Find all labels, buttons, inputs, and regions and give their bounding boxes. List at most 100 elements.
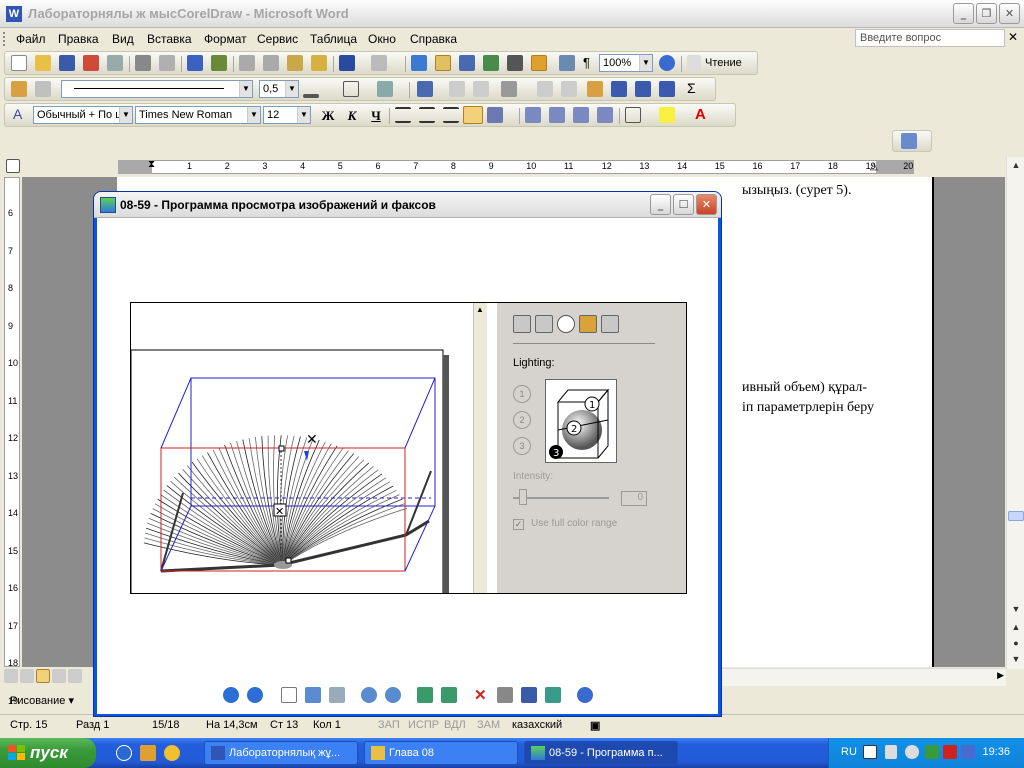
line-spacing-icon[interactable]	[487, 107, 503, 123]
menu-help[interactable]: Справка	[410, 32, 457, 46]
scroll-right-icon[interactable]: ▶	[997, 670, 1004, 681]
toolbar-options-icon[interactable]	[901, 133, 917, 149]
menu-tools[interactable]: Сервис	[257, 32, 298, 46]
chevron-down-icon[interactable]: ▼	[247, 107, 260, 123]
chevron-down-icon[interactable]: ▼	[285, 81, 298, 97]
toolbar-grip[interactable]	[3, 32, 6, 46]
open-folder-icon[interactable]	[35, 55, 51, 71]
web-view-icon[interactable]	[20, 669, 34, 683]
extrude-color-icon[interactable]	[579, 315, 597, 333]
align-right-icon[interactable]	[443, 107, 459, 123]
hyperlink-icon[interactable]	[411, 55, 427, 71]
help-icon[interactable]	[577, 687, 593, 703]
bold-button[interactable]: Ж	[319, 107, 337, 125]
chevron-down-icon[interactable]: ▼	[239, 81, 252, 97]
right-indent-marker-icon[interactable]: △	[870, 161, 878, 172]
eraser-icon[interactable]	[35, 81, 51, 97]
next-page-icon[interactable]: ▼	[1008, 651, 1024, 667]
redo-icon[interactable]	[371, 55, 387, 71]
scroll-up-icon[interactable]: ▲	[476, 305, 484, 314]
email-icon[interactable]	[107, 55, 123, 71]
save-icon[interactable]	[59, 55, 75, 71]
menu-file[interactable]: Файл	[16, 32, 46, 46]
split-cells-icon[interactable]	[473, 81, 489, 97]
align-left-icon[interactable]	[395, 107, 411, 123]
extrude-shape-icon[interactable]	[513, 315, 531, 333]
decrease-indent-icon[interactable]	[573, 107, 589, 123]
delete-icon[interactable]: ✕	[474, 686, 487, 704]
bottom-handle[interactable]	[285, 557, 292, 564]
light-1-button[interactable]: 1	[513, 385, 531, 403]
menu-table[interactable]: Таблица	[310, 32, 357, 46]
extrude-rotation-icon[interactable]	[535, 315, 553, 333]
canvas-scrollbar[interactable]: ▲	[473, 303, 487, 593]
zoom-select[interactable]: 100% ▼	[599, 54, 653, 72]
best-fit-icon[interactable]	[281, 687, 297, 703]
print-icon[interactable]	[135, 55, 151, 71]
format-painter-icon[interactable]	[311, 55, 327, 71]
back-tray-icon[interactable]	[905, 745, 919, 759]
drawing-menu-button[interactable]: Рисование ▾	[10, 694, 74, 707]
quicklaunch-browser-icon[interactable]	[116, 745, 132, 761]
paste-icon[interactable]	[287, 55, 303, 71]
sort-desc-icon[interactable]	[659, 81, 675, 97]
edit-image-icon[interactable]	[545, 687, 561, 703]
normal-view-icon[interactable]	[4, 669, 18, 683]
autoformat-icon[interactable]	[587, 81, 603, 97]
restore-button[interactable]: ❐	[976, 3, 997, 24]
line-weight-select[interactable]: 0,5 ▼	[259, 80, 299, 98]
actual-size-icon[interactable]	[305, 687, 321, 703]
previous-image-icon[interactable]	[223, 687, 239, 703]
show-hide-icon[interactable]: ¶	[583, 55, 590, 70]
viewer-titlebar[interactable]: 08-59 - Программа просмотра изображений …	[94, 192, 721, 218]
align-center-icon[interactable]	[419, 107, 435, 123]
font-size-select[interactable]: 12 ▼	[263, 106, 311, 124]
cut-icon[interactable]	[239, 55, 255, 71]
menu-edit[interactable]: Правка	[58, 32, 99, 46]
next-image-icon[interactable]	[247, 687, 263, 703]
font-color-icon[interactable]: A	[695, 106, 706, 123]
lighting-bulb-icon[interactable]	[557, 315, 575, 333]
justify-icon[interactable]	[463, 106, 483, 124]
viewer-maximize-button[interactable]: ☐	[673, 194, 694, 215]
print-preview-icon[interactable]	[159, 55, 175, 71]
borders-icon[interactable]	[343, 81, 359, 97]
insert-excel-icon[interactable]	[483, 55, 499, 71]
minimize-button[interactable]: _	[953, 3, 974, 24]
chevron-down-icon[interactable]: ▼	[639, 55, 652, 71]
increase-indent-icon[interactable]	[597, 107, 613, 123]
viewer-minimize-button[interactable]: _	[650, 194, 671, 215]
scroll-up-icon[interactable]: ▲	[1008, 157, 1024, 173]
bullets-icon[interactable]	[549, 107, 565, 123]
spelling-status-icon[interactable]: ▣	[590, 719, 600, 732]
slideshow-icon[interactable]	[329, 687, 345, 703]
intensity-slider-thumb[interactable]	[519, 489, 527, 505]
style-select[interactable]: Обычный + По ц ▼	[33, 106, 133, 124]
chevron-down-icon[interactable]: ▼	[297, 107, 310, 123]
distribute-rows-icon[interactable]	[537, 81, 553, 97]
rotate-counterclockwise-icon[interactable]	[441, 687, 457, 703]
network-tray-icon[interactable]	[925, 745, 939, 759]
font-select[interactable]: Times New Roman ▼	[135, 106, 261, 124]
previous-page-icon[interactable]: ▲	[1008, 619, 1024, 635]
italic-button[interactable]: К	[343, 107, 361, 125]
print-icon[interactable]	[497, 687, 513, 703]
draw-table-icon[interactable]	[11, 81, 27, 97]
spelling-icon[interactable]	[187, 55, 203, 71]
sort-icon[interactable]	[635, 81, 651, 97]
print-layout-icon[interactable]	[36, 669, 50, 683]
start-button[interactable]: пуск	[0, 738, 96, 768]
scroll-down-icon[interactable]: ▼	[1008, 601, 1024, 617]
menu-insert[interactable]: Вставка	[147, 32, 192, 46]
menu-window[interactable]: Окно	[368, 32, 396, 46]
rotate-clockwise-icon[interactable]	[417, 687, 433, 703]
language-indicator[interactable]: RU	[841, 746, 857, 758]
ask-question-input[interactable]: Введите вопрос	[855, 29, 1005, 47]
zoom-out-icon[interactable]	[385, 687, 401, 703]
document-close-icon[interactable]: ✕	[1008, 30, 1018, 44]
shading-icon[interactable]	[377, 81, 393, 97]
permission-icon[interactable]	[83, 55, 99, 71]
browse-object-icon[interactable]: ●	[1008, 635, 1024, 651]
help-icon[interactable]	[659, 55, 675, 71]
drawing-icon[interactable]	[531, 55, 547, 71]
